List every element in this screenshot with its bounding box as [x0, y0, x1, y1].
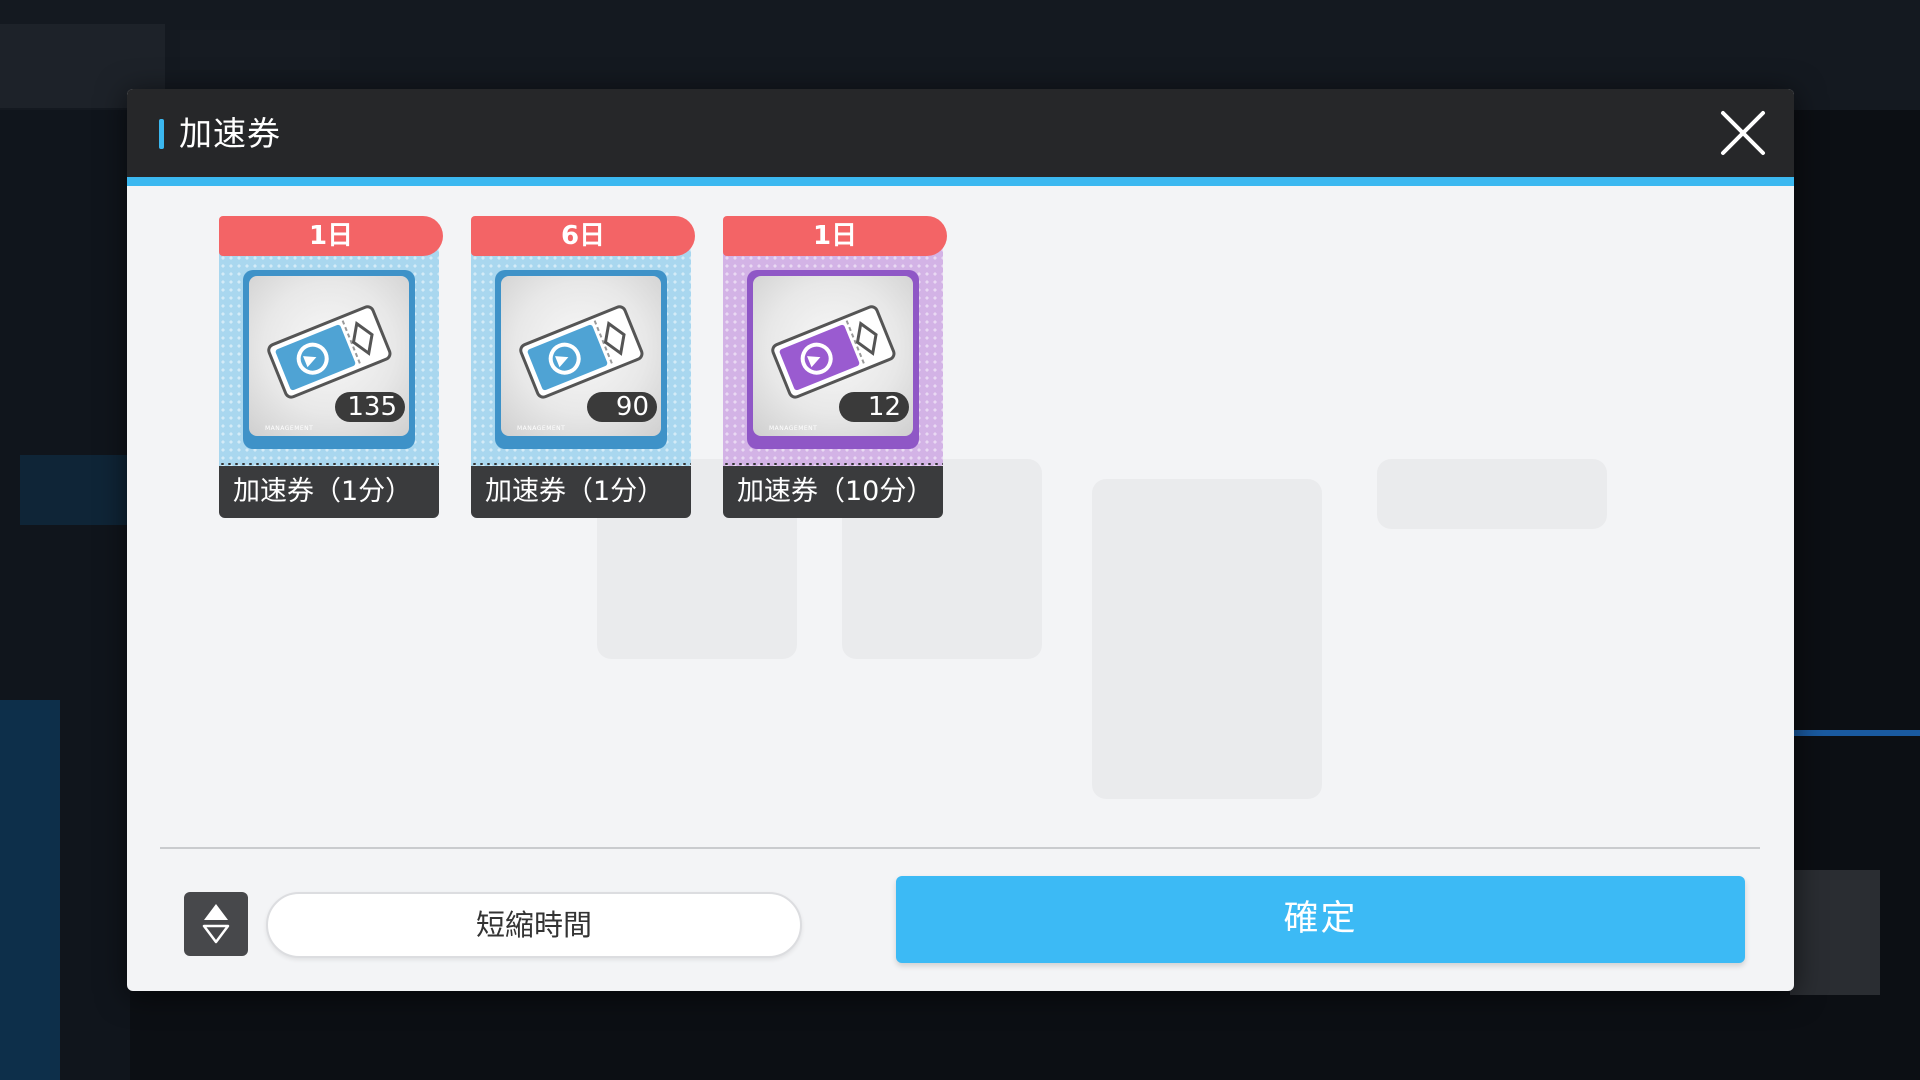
sort-criteria-select[interactable]: 短縮時間	[266, 892, 802, 958]
item-card[interactable]: 6日 MANAGEMENT 90 加速券（1分）	[471, 216, 695, 529]
header-accent-line	[127, 177, 1794, 186]
speedup-ticket-icon	[519, 305, 644, 399]
item-name: 加速券（1分）	[471, 466, 691, 518]
dialog-header: 加速券	[127, 89, 1794, 177]
item-icon-frame: MANAGEMENT 90	[495, 270, 667, 449]
item-icon-frame: MANAGEMENT 12	[747, 270, 919, 449]
item-caption: MANAGEMENT	[769, 425, 818, 432]
item-count-badge: 90	[587, 392, 657, 422]
dialog-title: 加速券	[179, 114, 281, 153]
sort-order-icon	[202, 904, 230, 944]
close-button[interactable]	[1717, 107, 1769, 159]
speedup-ticket-icon	[267, 305, 392, 399]
item-card[interactable]: 1日 MANAGEMENT 12 加速券（10分）	[723, 216, 947, 529]
background-button	[1790, 870, 1880, 995]
item-caption: MANAGEMENT	[265, 425, 314, 432]
item-name: 加速券（1分）	[219, 466, 439, 518]
item-list: 1日 MANAGEMENT 135 加速券（1分） 6日 MANAGEMENT …	[219, 216, 1119, 536]
item-icon-frame: MANAGEMENT 135	[243, 270, 415, 449]
background-tab-secondary	[180, 30, 340, 70]
item-count-badge: 12	[839, 392, 909, 422]
ghost-shape	[1377, 459, 1607, 529]
expiry-ribbon: 1日	[219, 216, 443, 256]
confirm-button[interactable]: 確定	[896, 876, 1745, 963]
speedup-ticket-dialog: 加速券 1日 MANAGEMENT 135 加速券（1分） 6日 MANAGEM…	[127, 89, 1794, 991]
item-icon-area: MANAGEMENT 90	[501, 276, 661, 436]
close-icon	[1721, 111, 1765, 155]
footer-divider	[160, 847, 1760, 849]
expiry-ribbon: 1日	[723, 216, 947, 256]
item-count-badge: 135	[335, 392, 405, 422]
item-card[interactable]: 1日 MANAGEMENT 135 加速券（1分）	[219, 216, 443, 529]
background-sidebar-highlight	[20, 455, 130, 525]
sort-order-button[interactable]	[184, 892, 248, 956]
item-name: 加速券（10分）	[723, 466, 943, 518]
title-accent-bar	[159, 119, 164, 149]
background-accent-line	[1790, 730, 1920, 736]
expiry-ribbon: 6日	[471, 216, 695, 256]
item-icon-area: MANAGEMENT 135	[249, 276, 409, 436]
background-panel	[0, 700, 60, 1080]
item-caption: MANAGEMENT	[517, 425, 566, 432]
speedup-ticket-icon	[771, 305, 896, 399]
item-icon-area: MANAGEMENT 12	[753, 276, 913, 436]
ghost-shape	[1092, 479, 1322, 799]
